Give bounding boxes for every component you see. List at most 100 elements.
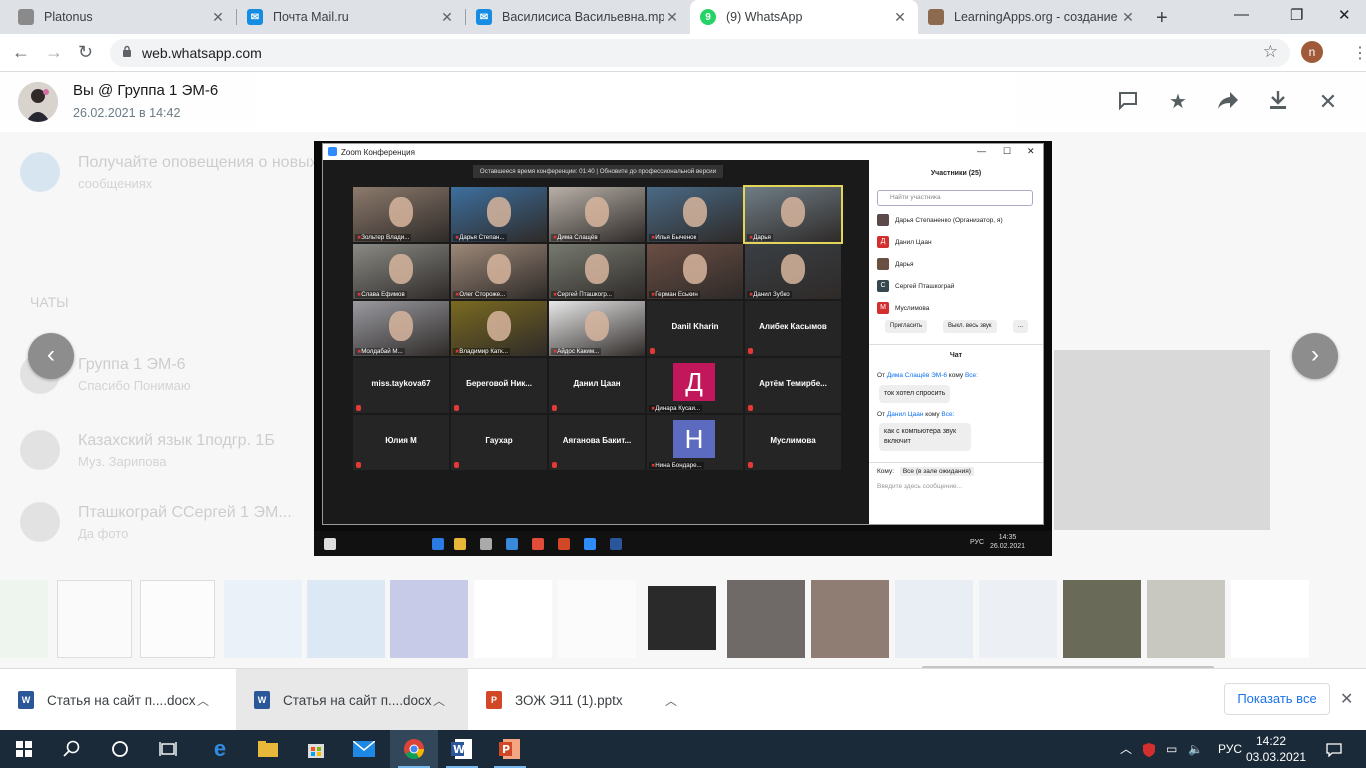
download-icon[interactable] <box>1266 90 1290 114</box>
media-thumbnail[interactable] <box>558 580 636 658</box>
participant-tile: miss.taykova67 <box>353 358 449 413</box>
participant-name: Дарья <box>895 261 914 268</box>
media-thumbnail[interactable] <box>0 580 48 658</box>
close-downloads-icon[interactable]: ✕ <box>1340 689 1353 709</box>
media-thumbnail[interactable] <box>979 580 1057 658</box>
chevron-up-icon[interactable]: ︿ <box>663 692 679 709</box>
search-icon[interactable] <box>48 730 96 768</box>
media-thumbnail[interactable] <box>307 580 385 658</box>
bookmark-star-icon[interactable]: ☆ <box>1263 42 1278 62</box>
security-shield-icon[interactable] <box>1142 730 1156 768</box>
media-thumbnail-current[interactable] <box>645 583 719 653</box>
next-media-button[interactable]: › <box>1292 333 1338 379</box>
restore-icon[interactable]: ❐ <box>1290 6 1303 24</box>
taskbar-clock[interactable]: 14:22 03.03.2021 <box>1246 733 1306 765</box>
powerpoint-icon[interactable]: P <box>486 730 534 768</box>
participant-tile: Дима Слащёв <box>549 187 645 242</box>
participant-tile: Молдабай М... <box>353 301 449 356</box>
avatar <box>877 258 889 271</box>
omnibox[interactable]: web.whatsapp.com ☆ <box>110 39 1290 67</box>
media-thumbnail[interactable] <box>811 580 889 658</box>
tab-close-icon[interactable]: ✕ <box>210 9 226 26</box>
svg-text:W: W <box>453 743 465 756</box>
tab-whatsapp[interactable]: 9 (9) WhatsApp ✕ <box>690 0 918 34</box>
previous-media-button[interactable]: ‹ <box>28 333 74 379</box>
participant-label: Айдос Каким... <box>551 348 602 355</box>
task-view-icon[interactable] <box>144 730 192 768</box>
zoom-maximize-icon: ☐ <box>1003 146 1012 156</box>
download-item[interactable]: W Статья на сайт п....docx ︿ <box>0 669 236 731</box>
participant-tile: Владимир Катк... <box>451 301 547 356</box>
media-thumbnail[interactable] <box>1231 580 1309 658</box>
participant-label: Сергей Пташкогр... <box>551 291 614 298</box>
file-explorer-icon[interactable] <box>244 730 292 768</box>
tab-close-icon[interactable]: ✕ <box>892 9 908 26</box>
store-icon[interactable] <box>292 730 340 768</box>
participant-label: Нина Бондаре... <box>649 462 704 469</box>
participant-row: Д Данил Цаан <box>877 236 1037 250</box>
word-file-icon: W <box>18 691 34 709</box>
participant-tile: Зольтер Влади... <box>353 187 449 242</box>
address-toolbar: ← → ↻ web.whatsapp.com ☆ n ⋮ <box>0 34 1366 72</box>
tray-overflow-icon[interactable]: ︿ <box>1120 730 1132 768</box>
tab-close-icon[interactable]: ✕ <box>1120 9 1136 26</box>
browser-menu-icon[interactable]: ⋮ <box>1352 43 1366 63</box>
chat-header: Чат <box>949 352 963 359</box>
tab-close-icon[interactable]: ✕ <box>664 9 680 26</box>
tab-mail[interactable]: ✉ Почта Mail.ru ✕ <box>237 0 465 34</box>
muted-mic-icon <box>454 405 459 411</box>
word-icon[interactable]: W <box>438 730 486 768</box>
tab-learningapps[interactable]: LearningApps.org - создание ✕ <box>918 0 1146 34</box>
reply-chat-icon[interactable] <box>1116 90 1140 114</box>
media-thumbnail[interactable] <box>224 580 302 658</box>
forward-arrow-icon[interactable]: → <box>45 42 63 63</box>
download-item[interactable]: W Статья на сайт п....docx ︿ <box>236 669 468 731</box>
media-thumbnail[interactable] <box>474 580 552 658</box>
new-tab-plus-icon[interactable]: + <box>1156 7 1168 30</box>
media-thumbnail[interactable] <box>1147 580 1225 658</box>
edge-icon[interactable]: e <box>196 730 244 768</box>
participant-label: Слава Ефимов <box>355 291 407 298</box>
media-thumbnail[interactable] <box>390 580 468 658</box>
mail-icon[interactable] <box>340 730 388 768</box>
back-arrow-icon[interactable]: ← <box>12 42 30 63</box>
show-all-downloads-button[interactable]: Показать все <box>1224 683 1330 715</box>
forward-icon[interactable] <box>1216 90 1240 114</box>
media-thumbnail[interactable] <box>1063 580 1141 658</box>
language-indicator[interactable]: РУС <box>1218 730 1242 768</box>
participant-tile: Береговой Ник... <box>451 358 547 413</box>
avatar: С <box>877 280 889 293</box>
media-viewer: Получайте оповещения о новых сообщениях Ч… <box>0 72 1366 668</box>
muted-mic-icon <box>552 405 557 411</box>
url-text: web.whatsapp.com <box>142 45 262 61</box>
background-thumbnail <box>1054 350 1270 530</box>
media-thumbnail[interactable] <box>57 580 132 658</box>
media-thumbnail[interactable] <box>895 580 973 658</box>
minimize-icon[interactable]: — <box>1234 6 1249 23</box>
media-thumbnail[interactable] <box>727 580 805 658</box>
tab-platonus[interactable]: Platonus ✕ <box>8 0 236 34</box>
tab-video[interactable]: ✉ Василисиса Васильевна.mp4 ✕ <box>466 0 690 34</box>
media-thumbnail[interactable] <box>140 580 215 658</box>
participants-header: Участники (25) <box>930 170 982 177</box>
network-icon[interactable]: ▭ <box>1166 730 1177 768</box>
participant-tile: Муслимова <box>745 415 841 470</box>
download-item[interactable]: P ЗОЖ Э11 (1).pptx ︿ <box>468 669 704 731</box>
tab-title: (9) WhatsApp <box>726 10 803 24</box>
reload-icon[interactable]: ↻ <box>78 42 93 63</box>
close-viewer-icon[interactable]: ✕ <box>1316 90 1340 114</box>
chevron-up-icon[interactable]: ︿ <box>195 692 211 709</box>
chrome-icon[interactable] <box>390 730 438 768</box>
tab-close-icon[interactable]: ✕ <box>439 9 455 26</box>
volume-icon[interactable]: 🔈 <box>1188 730 1203 768</box>
window-close-icon[interactable]: ✕ <box>1338 6 1351 24</box>
windows-start-icon[interactable] <box>0 730 48 768</box>
profile-avatar[interactable]: n <box>1301 41 1323 63</box>
star-icon[interactable]: ★ <box>1166 90 1190 114</box>
notifications-icon[interactable] <box>1326 730 1342 768</box>
cortana-icon[interactable] <box>96 730 144 768</box>
chevron-up-icon[interactable]: ︿ <box>431 692 447 709</box>
participant-name: Данил Цаан <box>895 239 932 246</box>
muted-mic-icon <box>748 462 753 468</box>
participant-tile: Герман Еськин <box>647 244 743 299</box>
